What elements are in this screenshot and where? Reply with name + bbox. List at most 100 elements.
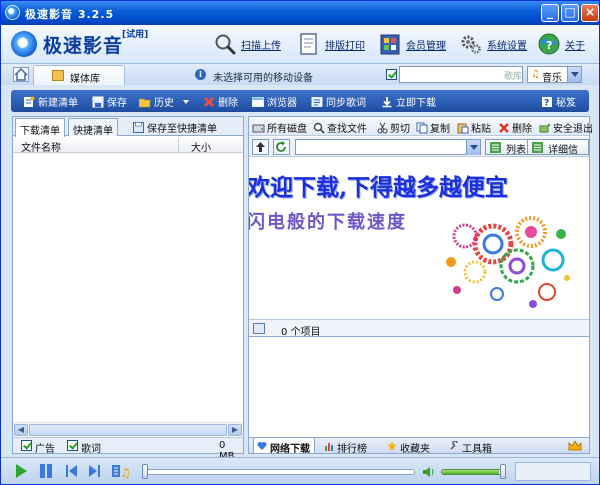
new-list-label: 新建清单	[38, 98, 78, 109]
app-name: 极速影音	[43, 35, 124, 57]
download-now-button[interactable]: 立即下载	[381, 94, 436, 109]
sync-lyrics-button[interactable]: 同步歌词	[311, 94, 366, 109]
tab-quick-list[interactable]: 快捷清单	[68, 118, 118, 137]
layout-print-label: 排版打印	[325, 40, 365, 52]
window-title: 极速影音 3.2.5	[25, 8, 115, 21]
member-book-icon	[380, 34, 400, 55]
delete-button[interactable]: 删除	[203, 94, 238, 109]
search-hint: 歌库	[504, 72, 523, 82]
tab-media-library[interactable]: 媒体库	[33, 65, 125, 85]
horizontal-scrollbar[interactable]: ◀ ▶	[13, 422, 243, 436]
chevron-down-icon[interactable]	[567, 67, 581, 82]
all-disks-button[interactable]: 所有磁盘	[252, 120, 307, 135]
list-view-button[interactable]: 列表	[485, 139, 531, 156]
copy-label: 复制	[430, 124, 450, 135]
volume-icon[interactable]	[422, 466, 436, 478]
up-folder-icon[interactable]	[252, 139, 269, 155]
close-button[interactable]: ×	[581, 4, 599, 22]
delete-file-button[interactable]: 删除	[498, 120, 532, 135]
tab-favorites[interactable]: 收藏夹	[384, 438, 434, 455]
items-count: 0 个项目	[281, 327, 321, 338]
system-settings-button[interactable]: 系统设置	[459, 30, 527, 58]
member-manage-button[interactable]: 会员管理	[378, 30, 446, 58]
navigation-bar: 列表 详细信息	[249, 137, 589, 171]
lyrics-checkbox[interactable]	[67, 440, 78, 451]
crown-icon[interactable]	[568, 440, 582, 452]
ads-label: 广告	[35, 444, 55, 455]
device-browser-panel: 所有磁盘 查找文件 剪切 复制 粘贴 删除 安全退出 列表 详细信 欢迎下载,下…	[248, 116, 593, 455]
list-status-bar: 广告 歌词 0 MB	[13, 437, 243, 462]
tab-toolbox[interactable]: 工具箱	[446, 438, 496, 455]
file-list-header: 文件名称 大小	[13, 137, 243, 154]
all-disks-label: 所有磁盘	[267, 124, 307, 135]
find-file-button[interactable]: 查找文件	[313, 120, 367, 135]
promo-banner[interactable]: 欢迎下载,下得越多越便宜 闪电般的下载速度	[249, 158, 589, 318]
find-file-label: 查找文件	[327, 124, 367, 135]
trial-badge: [试用]	[122, 30, 149, 40]
cut-button[interactable]: 剪切	[377, 120, 410, 135]
delete-label: 删除	[218, 98, 238, 109]
title-bar[interactable]: 极速影音 3.2.5 _ □ ×	[1, 1, 599, 25]
chevron-down-icon[interactable]	[466, 140, 480, 155]
new-list-button[interactable]: 新建清单	[23, 94, 78, 109]
banner-subline: 闪电般的下载速度	[249, 212, 407, 233]
pause-icon[interactable]	[38, 463, 54, 479]
safe-remove-button[interactable]: 安全退出	[539, 120, 593, 135]
layout-print-button[interactable]: 排版打印	[297, 30, 365, 58]
banner-headline: 欢迎下载,下得越多越便宜	[249, 174, 509, 201]
volume-thumb[interactable]	[500, 464, 506, 479]
play-icon[interactable]	[13, 463, 29, 479]
tab-ranking-label: 排行榜	[337, 444, 367, 455]
maximize-button[interactable]: □	[561, 4, 579, 22]
list-view-label: 列表	[506, 145, 526, 156]
about-button[interactable]: ? 关于	[537, 30, 585, 58]
seek-thumb[interactable]	[142, 464, 148, 479]
tab-download-list[interactable]: 下载清单	[15, 118, 65, 137]
column-divider[interactable]	[178, 138, 179, 152]
help-label: 秘笈	[556, 98, 576, 109]
paste-button[interactable]: 粘贴	[457, 120, 491, 135]
browser-button[interactable]: 浏览器	[252, 94, 297, 109]
history-button[interactable]: 历史	[139, 94, 189, 109]
ads-checkbox[interactable]	[21, 440, 32, 451]
detail-view-button[interactable]: 详细信息	[527, 139, 589, 171]
svg-text:♫: ♫	[120, 466, 131, 479]
scroll-thumb[interactable]	[29, 424, 227, 436]
paste-label: 粘贴	[471, 124, 491, 135]
lyrics-label: 歌词	[81, 444, 101, 455]
system-settings-label: 系统设置	[487, 40, 527, 52]
help-button[interactable]: ? 秘笈	[541, 94, 576, 109]
previous-icon[interactable]	[63, 463, 79, 479]
home-icon[interactable]	[13, 67, 29, 82]
cut-label: 剪切	[390, 124, 410, 135]
refresh-icon[interactable]	[273, 139, 290, 155]
next-icon[interactable]	[87, 463, 103, 479]
save-quick-icon	[133, 122, 144, 133]
disk-drive-icon	[252, 124, 265, 132]
save-button[interactable]: 保存	[92, 94, 127, 109]
playlist-music-icon[interactable]: ♫	[111, 463, 131, 479]
minimize-button[interactable]: _	[541, 4, 559, 22]
column-size[interactable]: 大小	[191, 139, 211, 154]
info-icon: i	[195, 69, 206, 80]
scan-upload-button[interactable]: 扫描上传	[213, 30, 281, 58]
tab-ranking[interactable]: 排行榜	[321, 438, 371, 455]
scroll-left-icon[interactable]: ◀	[14, 424, 28, 436]
column-file-name[interactable]: 文件名称	[21, 139, 61, 154]
history-dropdown-icon[interactable]	[183, 99, 189, 107]
filter-checkbox[interactable]	[386, 69, 397, 80]
tab-network-download[interactable]: 网络下载	[253, 438, 315, 455]
seek-track[interactable]	[143, 469, 415, 475]
save-to-quick-list-button[interactable]: 保存至快捷清单	[133, 120, 217, 135]
copy-button[interactable]: 复制	[416, 120, 450, 135]
paste-clipboard-icon	[457, 123, 469, 133]
path-combo[interactable]	[295, 139, 481, 155]
delete-x-icon	[204, 96, 214, 107]
items-count-bar: 0 个项目	[249, 319, 589, 338]
scroll-right-icon[interactable]: ▶	[228, 424, 242, 436]
sync-lyrics-icon	[311, 96, 323, 107]
save-label: 保存	[107, 98, 127, 109]
heart-icon	[257, 442, 267, 450]
category-select[interactable]: ♫ 音乐	[527, 66, 582, 84]
volume-slider[interactable]	[441, 469, 503, 475]
